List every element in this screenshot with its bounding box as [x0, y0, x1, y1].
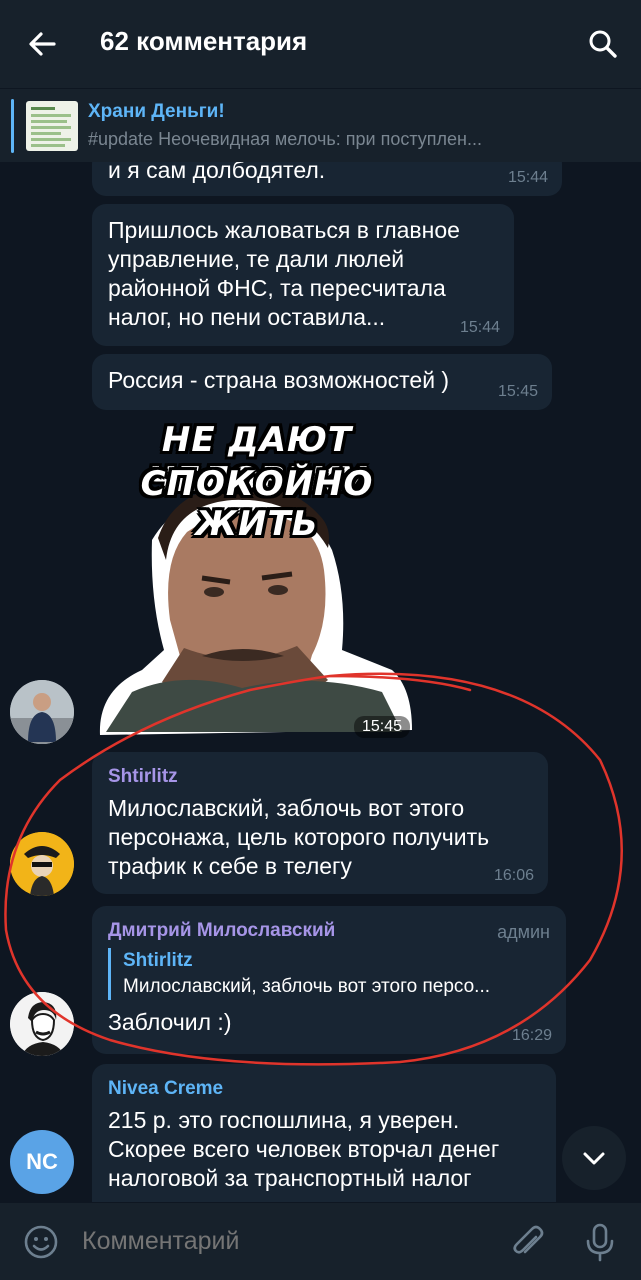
pinned-indicator [11, 99, 14, 153]
avatar[interactable] [10, 832, 74, 896]
pinned-text: #update Неочевидная мелочь: при поступле… [88, 129, 482, 149]
reply-text: Милославский, заблочь вот этого персо... [123, 976, 491, 997]
reply-quote[interactable]: Shtirlitz Милославский, заблочь вот этог… [108, 948, 550, 1000]
message-time: 16:06 [493, 867, 534, 884]
message-bubble[interactable]: Дмитрий Милославский админ Shtirlitz Мил… [92, 906, 566, 1054]
emoji-icon [24, 1225, 58, 1259]
comment-input-bar [0, 1203, 641, 1280]
message-text: Заблочил :) [108, 1009, 232, 1035]
message-text: 215 р. это госпошлина, я уверен. Скорее … [108, 1107, 500, 1191]
pinned-title: Храни Деньги! [88, 101, 225, 122]
message-time: 16:29 [511, 1027, 552, 1044]
message-bubble[interactable]: Пришлось жаловаться в главное управление… [92, 204, 514, 346]
back-button[interactable] [22, 24, 62, 64]
page-title: 62 комментария [100, 26, 308, 56]
reply-sender: Shtirlitz [123, 950, 193, 971]
message-time: 15:44 [459, 319, 500, 336]
user-photo [10, 680, 74, 744]
message-time: 15:45 [497, 383, 538, 400]
chevron-down-icon [583, 1152, 605, 1165]
scroll-down-button[interactable] [562, 1126, 626, 1190]
message-bubble[interactable]: Россия - страна возможностей ) 15:45 [92, 354, 552, 410]
user-avatar-image [10, 832, 74, 896]
paperclip-icon [513, 1225, 544, 1254]
pinned-thumbnail [26, 101, 78, 151]
message-time: 15:45 [354, 716, 411, 738]
avatar-initials: NC [26, 1149, 58, 1174]
message-text: Пришлось жаловаться в главное управление… [108, 217, 460, 330]
top-bar: 62 комментария [0, 0, 641, 88]
sticker-caption-line2: СПОКОЙНО ЖИТЬ [140, 464, 374, 544]
emoji-button[interactable] [22, 1223, 60, 1261]
comment-input[interactable] [82, 1227, 482, 1256]
back-arrow-icon [29, 32, 56, 56]
admin-badge: админ [497, 922, 550, 942]
user-avatar-image [10, 992, 74, 1056]
avatar[interactable] [10, 992, 74, 1056]
message-bubble[interactable]: Shtirlitz Милославский, заблочь вот этог… [92, 752, 548, 894]
message-bubble[interactable]: Nivea Creme 215 р. это госпошлина, я уве… [92, 1064, 556, 1202]
pinned-message[interactable]: Храни Деньги! #update Неочевидная мелочь… [0, 88, 641, 162]
message-sender[interactable]: Shtirlitz [108, 764, 532, 790]
search-button[interactable] [583, 24, 623, 64]
microphone-button[interactable] [580, 1221, 620, 1263]
message-bubble[interactable]: и я сам долбодятел. 15:44 [92, 162, 562, 196]
sticker[interactable]: НЕ ДАЮТ ЧЕЛОВЕКУ СПОКОЙНО ЖИТЬ 15:45 [92, 420, 422, 740]
message-time: 15:44 [507, 169, 548, 186]
message-sender[interactable]: Nivea Creme [108, 1076, 540, 1102]
message-sender[interactable]: Дмитрий Милославский [108, 918, 550, 944]
message-text: и я сам долбодятел. [108, 162, 326, 183]
avatar[interactable]: NC [10, 1130, 74, 1194]
microphone-icon [586, 1223, 614, 1262]
message-text: Милославский, заблочь вот этого персонаж… [108, 795, 490, 879]
message-text: Россия - страна возможностей ) [108, 367, 450, 393]
search-icon [589, 30, 617, 58]
message-list[interactable]: и я сам долбодятел. 15:44 Пришлось жалов… [0, 162, 641, 1202]
attach-button[interactable] [508, 1223, 548, 1263]
avatar[interactable] [10, 680, 74, 744]
